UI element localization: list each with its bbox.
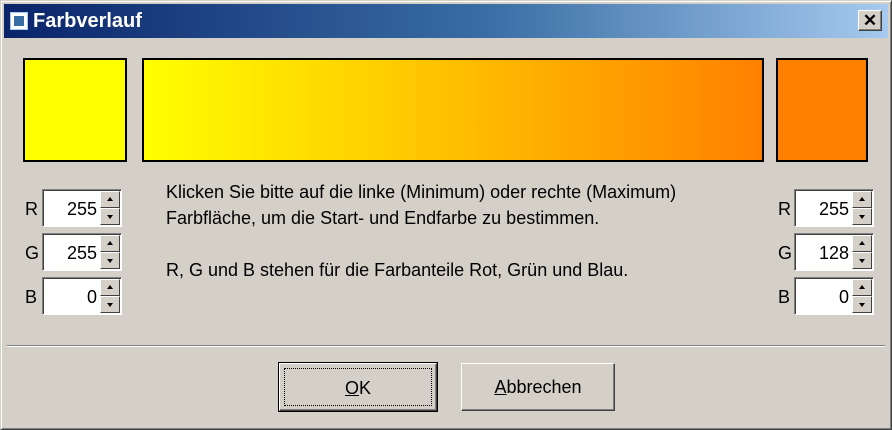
start-r-up-icon[interactable] — [100, 191, 120, 208]
end-g-down-icon[interactable] — [852, 252, 872, 269]
start-b-value[interactable]: 0 — [47, 286, 97, 308]
end-r-up-icon[interactable] — [852, 191, 872, 208]
start-r-value[interactable]: 255 — [47, 198, 97, 220]
end-g-label: G — [778, 243, 793, 263]
end-color-swatch[interactable] — [776, 58, 868, 162]
app-icon — [10, 12, 28, 30]
start-g-spinbox[interactable]: 255 — [42, 233, 122, 271]
end-b-spinbox[interactable]: 0 — [794, 277, 874, 315]
start-g-down-icon[interactable] — [100, 252, 120, 269]
start-r-down-icon[interactable] — [100, 208, 120, 225]
ok-label-rest: K — [359, 378, 372, 398]
instructions-line2: R, G und B stehen für die Farbanteile Ro… — [166, 260, 629, 280]
instructions-line1: Klicken Sie bitte auf die linke (Minimum… — [166, 182, 677, 228]
close-icon: ✕ — [862, 11, 878, 30]
start-b-spinbox[interactable]: 0 — [42, 277, 122, 315]
end-b-up-icon[interactable] — [852, 279, 872, 296]
start-r-spinbox[interactable]: 255 — [42, 189, 122, 227]
cancel-mnemonic: A — [494, 377, 507, 397]
end-r-down-icon[interactable] — [852, 208, 872, 225]
ok-button[interactable]: OK — [278, 362, 438, 412]
end-r-spinbox[interactable]: 255 — [794, 189, 874, 227]
end-g-value[interactable]: 128 — [799, 242, 849, 264]
end-b-down-icon[interactable] — [852, 296, 872, 313]
start-b-up-icon[interactable] — [100, 279, 120, 296]
end-r-label: R — [778, 199, 791, 219]
separator — [7, 345, 885, 347]
end-g-up-icon[interactable] — [852, 235, 872, 252]
end-b-value[interactable]: 0 — [799, 286, 849, 308]
close-button[interactable]: ✕ — [858, 10, 882, 31]
end-g-spinbox[interactable]: 128 — [794, 233, 874, 271]
gradient-preview — [142, 58, 764, 162]
title-bar[interactable]: Farbverlauf ✕ — [4, 4, 888, 38]
start-b-down-icon[interactable] — [100, 296, 120, 313]
window-title: Farbverlauf — [33, 10, 142, 32]
start-b-label: B — [25, 287, 38, 307]
ok-focus-rect: OK — [284, 368, 432, 406]
start-r-label: R — [25, 199, 38, 219]
dialog-window: Farbverlauf ✕ R 255 G 255 B 0 Klicken Si… — [0, 0, 892, 430]
cancel-label-rest: bbrechen — [506, 377, 582, 397]
end-b-label: B — [778, 287, 791, 307]
start-g-label: G — [25, 243, 40, 263]
cancel-button[interactable]: Abbrechen — [461, 363, 615, 411]
ok-mnemonic: O — [344, 378, 359, 398]
end-r-value[interactable]: 255 — [799, 198, 849, 220]
start-g-value[interactable]: 255 — [47, 242, 97, 264]
instructions-text: Klicken Sie bitte auf die linke (Minimum… — [166, 179, 756, 283]
start-g-up-icon[interactable] — [100, 235, 120, 252]
start-color-swatch[interactable] — [23, 58, 127, 162]
